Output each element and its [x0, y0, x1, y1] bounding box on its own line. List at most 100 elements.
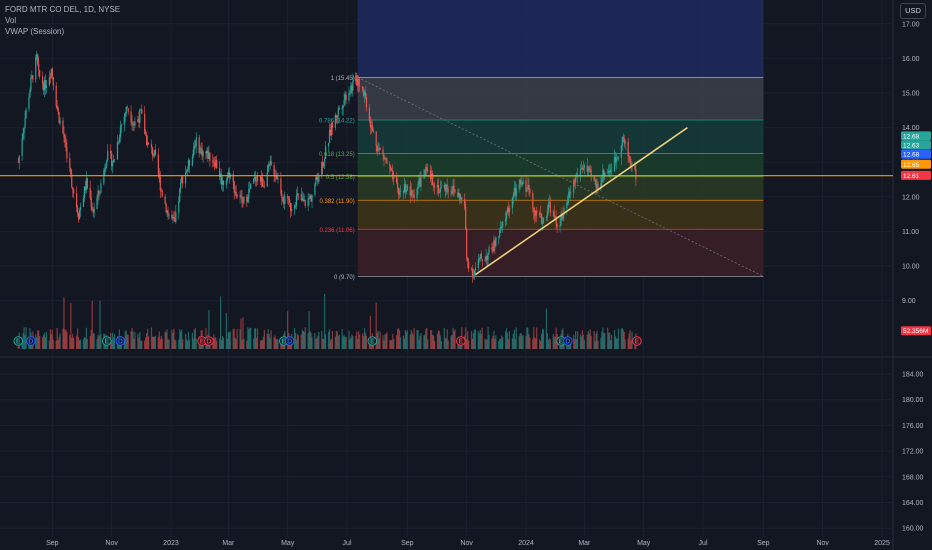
candle-body: [477, 259, 479, 269]
candle-body: [159, 176, 161, 191]
candle-body: [324, 159, 326, 163]
volume-bar: [393, 338, 395, 349]
candle-body: [575, 177, 577, 183]
candle-body: [78, 210, 81, 220]
candle-body: [406, 185, 408, 191]
candle-body: [382, 149, 384, 155]
volume-indicator-label[interactable]: Vol: [5, 15, 120, 26]
candle-body: [325, 146, 327, 160]
candle-body: [76, 193, 78, 208]
volume-bar: [508, 331, 511, 349]
volume-bar: [420, 333, 422, 349]
volume-bar: [447, 340, 449, 349]
candle-body: [154, 149, 157, 155]
volume-bar: [610, 334, 613, 349]
candle-body: [379, 148, 381, 150]
candle-body: [314, 183, 316, 195]
candle-body: [70, 168, 72, 175]
event-letter: D: [118, 339, 123, 346]
candle-body: [236, 194, 238, 197]
candle-body: [604, 172, 606, 178]
chart-legend: FORD MTR CO DEL, 1D, NYSE Vol VWAP (Sess…: [5, 4, 120, 37]
candle-body: [536, 210, 538, 215]
event-letter: D: [287, 339, 292, 346]
candle-body: [282, 197, 284, 201]
price-label-text: 52.356M: [903, 328, 928, 335]
candle-body: [28, 97, 30, 110]
candle-body: [134, 121, 136, 126]
candle-body: [439, 187, 442, 192]
fib-level-label: 1 (15.45): [331, 76, 355, 82]
candle-body: [256, 176, 259, 181]
candle-body: [186, 168, 189, 172]
candle-body: [104, 168, 106, 171]
candle-body: [601, 178, 603, 184]
candle-body: [488, 247, 490, 253]
candle-body: [188, 160, 191, 166]
candle-body: [386, 159, 388, 165]
candle-body: [182, 176, 184, 184]
volume-bar: [277, 340, 279, 349]
volume-bar: [536, 327, 538, 349]
candle-body: [76, 207, 79, 214]
candle-body: [352, 81, 354, 91]
candle-body: [338, 108, 340, 110]
candle-body: [512, 194, 514, 199]
trading-chart[interactable]: 1 (15.45)0.786 (14.22)0.618 (13.25)0.5 (…: [0, 0, 932, 550]
candle-body: [361, 86, 364, 91]
fibonacci-retracement[interactable]: 1 (15.45)0.786 (14.22)0.618 (13.25)0.5 (…: [319, 0, 764, 281]
candle-body: [440, 187, 442, 188]
candle-body: [498, 236, 500, 238]
candle-body: [337, 108, 339, 116]
candle-body: [39, 70, 41, 77]
event-letter: E: [16, 339, 21, 346]
candle-body: [112, 160, 115, 163]
candle-body: [336, 115, 338, 118]
candle-body: [432, 173, 434, 185]
candle-body: [175, 212, 177, 222]
candle-body: [233, 181, 235, 193]
candle-body: [117, 141, 120, 143]
candle-body: [521, 183, 523, 185]
symbol-line[interactable]: FORD MTR CO DEL, 1D, NYSE: [5, 4, 120, 15]
candle-body: [267, 164, 269, 173]
candle-body: [529, 188, 531, 194]
candle-body: [473, 270, 476, 276]
candle-body: [49, 76, 51, 78]
candle-body: [90, 197, 92, 207]
candle-body: [250, 183, 252, 189]
candle-body: [502, 221, 504, 228]
currency-button[interactable]: USD: [900, 3, 926, 19]
candle-body: [191, 157, 193, 166]
price-label-text: 12.68: [903, 133, 920, 140]
candle-body: [368, 107, 370, 121]
candle-body: [295, 195, 298, 206]
main-axis-tick-label: 14.00: [902, 125, 920, 132]
candle-body: [266, 172, 268, 187]
candle-body: [615, 158, 618, 162]
volume-bar: [597, 340, 599, 349]
candle-body: [51, 68, 53, 77]
candle-body: [545, 216, 548, 218]
candle-body: [144, 113, 146, 135]
main-axis-tick-label: 11.00: [902, 229, 919, 236]
volume-bar: [542, 329, 545, 349]
volume-bar: [256, 328, 259, 349]
vwap-indicator-label[interactable]: VWAP (Session): [5, 26, 120, 37]
candle-body: [168, 215, 170, 216]
fib-level-label: 0 (9.70): [334, 275, 355, 281]
volume-bar: [79, 339, 82, 349]
candle-body: [504, 219, 507, 222]
candle-body: [472, 275, 475, 276]
candle-body: [466, 229, 468, 259]
candle-body: [131, 122, 133, 125]
candle-body: [243, 196, 245, 203]
candle-body: [484, 259, 486, 261]
fib-zone: [357, 77, 764, 120]
candle-body: [216, 160, 218, 169]
volume-bar: [624, 339, 626, 349]
candle-body: [261, 177, 264, 187]
x-axis-tick-label: Jul: [343, 540, 352, 547]
candle-body: [255, 180, 258, 182]
candle-body: [164, 196, 166, 204]
